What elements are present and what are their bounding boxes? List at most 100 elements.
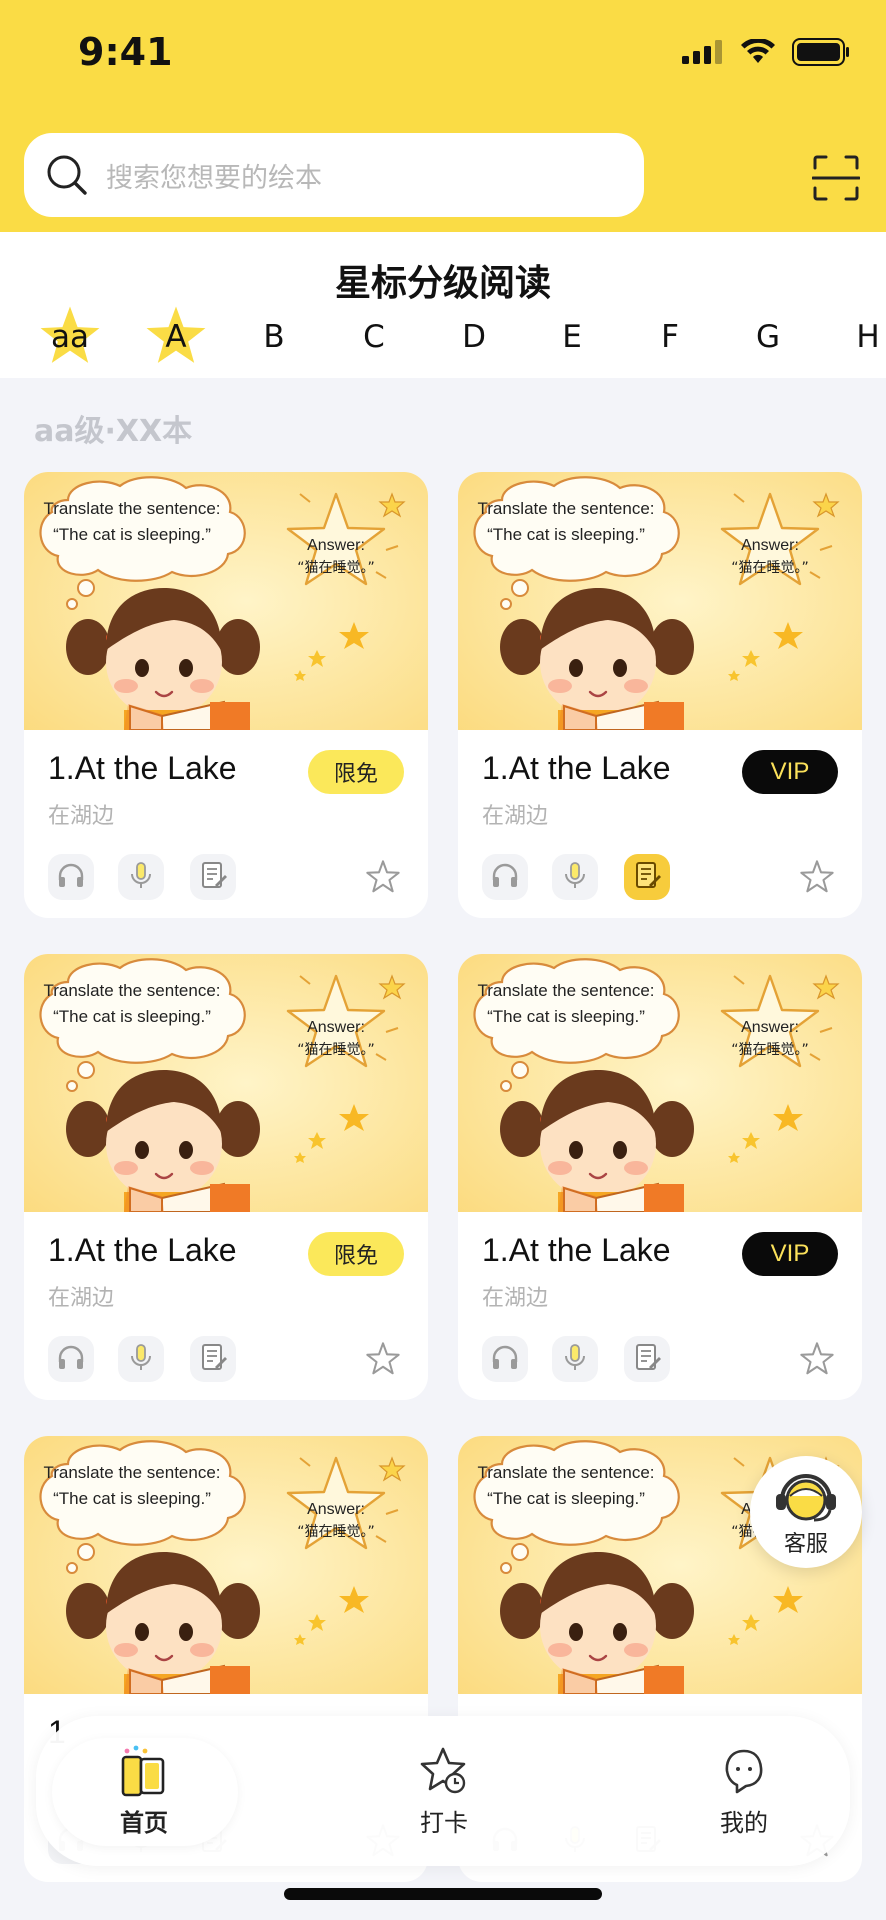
favorite-star-icon[interactable]: [800, 860, 834, 894]
cover-answer-label: Answer:: [741, 1019, 799, 1036]
level-tab-b[interactable]: B: [234, 302, 314, 372]
worksheet-button[interactable]: [190, 1336, 236, 1382]
cover-answer-text: “猫在睡觉。”: [731, 560, 809, 576]
level-tab-label: E: [562, 319, 582, 355]
cover-prompt-line2: “The cat is sleeping.”: [487, 1007, 645, 1026]
headset-agent-icon: [776, 1474, 836, 1522]
book-title: 1.At the Lake: [482, 1232, 671, 1268]
scan-icon[interactable]: [812, 154, 860, 202]
book-cover-illustration: Translate the sentence: “The cat is slee…: [24, 954, 428, 1212]
microphone-button[interactable]: [552, 854, 598, 900]
headphones-button[interactable]: [482, 1336, 528, 1382]
status-icons: [682, 38, 850, 66]
book-title: 1.At the Lake: [48, 750, 237, 786]
free-badge: 限免: [308, 750, 404, 794]
cover-prompt-line2: “The cat is sleeping.”: [53, 525, 211, 544]
cover-prompt-line1: Translate the sentence:: [43, 499, 220, 518]
headphones-icon: [56, 1342, 86, 1376]
tab-profile-label: 我的: [720, 1808, 768, 1837]
cover-answer-label: Answer:: [307, 1501, 365, 1518]
favorite-star-icon[interactable]: [366, 860, 400, 894]
level-tab-g[interactable]: G: [728, 302, 808, 372]
level-tab-f[interactable]: F: [630, 302, 710, 372]
cover-prompt-line1: Translate the sentence:: [477, 499, 654, 518]
book-subtitle: 在湖边: [48, 804, 115, 829]
home-indicator: [284, 1888, 602, 1900]
book-subtitle: 在湖边: [482, 1286, 549, 1311]
level-tab-label: F: [661, 319, 679, 355]
tab-profile[interactable]: 我的: [654, 1716, 834, 1866]
level-tab-label: B: [263, 319, 285, 355]
vip-badge: VIP: [742, 1232, 838, 1276]
free-badge: 限免: [308, 1232, 404, 1276]
vip-badge: VIP: [742, 750, 838, 794]
level-tab-label: G: [755, 319, 781, 355]
worksheet-icon: [198, 860, 228, 894]
battery-icon: [792, 38, 849, 66]
book-title: 1.At the Lake: [48, 1232, 237, 1268]
star-clock-icon: [420, 1747, 466, 1793]
signal-icon: [682, 40, 722, 64]
level-tab-h[interactable]: H: [828, 302, 886, 372]
level-title: 星标分级阅读: [334, 263, 551, 304]
book-cover-illustration: Translate the sentence: “The cat is slee…: [24, 1436, 428, 1694]
headphones-button[interactable]: [482, 854, 528, 900]
microphone-icon: [560, 860, 590, 894]
section-label: aa级·XX本: [34, 414, 193, 449]
level-tab-e[interactable]: E: [532, 302, 612, 372]
tab-checkin[interactable]: 打卡: [354, 1716, 534, 1866]
worksheet-icon: [632, 860, 662, 894]
customer-service-label: 客服: [783, 1532, 828, 1557]
tab-home-label: 首页: [120, 1808, 168, 1837]
search-icon: [47, 155, 87, 195]
cover-prompt-line2: “The cat is sleeping.”: [487, 1489, 645, 1508]
headphones-icon: [490, 860, 520, 894]
book-card[interactable]: Translate the sentence: “The cat is slee…: [24, 954, 428, 1400]
level-tab-label: H: [856, 319, 880, 355]
cover-answer-text: “猫在睡觉。”: [297, 1524, 375, 1540]
level-tab-c[interactable]: C: [334, 302, 414, 372]
favorite-star-icon[interactable]: [366, 1342, 400, 1376]
book-icon: [121, 1745, 165, 1796]
search-placeholder: 搜索您想要的绘本: [106, 162, 322, 194]
tab-home[interactable]: 首页: [54, 1716, 234, 1866]
cover-prompt-line2: “The cat is sleeping.”: [487, 525, 645, 544]
headphones-button[interactable]: [48, 1336, 94, 1382]
book-title: 1.At the Lake: [482, 750, 671, 786]
microphone-button[interactable]: [552, 1336, 598, 1382]
cover-prompt-line2: “The cat is sleeping.”: [53, 1007, 211, 1026]
cover-prompt-line2: “The cat is sleeping.”: [53, 1489, 211, 1508]
worksheet-button[interactable]: [190, 854, 236, 900]
cover-answer-text: “猫在睡觉。”: [731, 1042, 809, 1058]
cover-prompt-line1: Translate the sentence:: [43, 1463, 220, 1482]
favorite-star-icon[interactable]: [800, 1342, 834, 1376]
wifi-icon: [741, 39, 775, 63]
microphone-icon: [560, 1342, 590, 1376]
headphones-icon: [490, 1342, 520, 1376]
book-card[interactable]: Translate the sentence: “The cat is slee…: [24, 472, 428, 918]
cover-answer-text: “猫在睡觉。”: [297, 560, 375, 576]
headphones-button[interactable]: [48, 854, 94, 900]
cover-prompt-line1: Translate the sentence:: [477, 1463, 654, 1482]
book-cover-illustration: Translate the sentence: “The cat is slee…: [24, 472, 428, 730]
worksheet-button[interactable]: [624, 1336, 670, 1382]
level-tab-aa[interactable]: aa: [30, 302, 110, 372]
level-tab-label: A: [165, 319, 187, 355]
customer-service-button[interactable]: 客服: [750, 1456, 862, 1568]
worksheet-icon: [198, 1342, 228, 1376]
microphone-button[interactable]: [118, 1336, 164, 1382]
worksheet-button[interactable]: [624, 854, 670, 900]
book-card[interactable]: Translate the sentence: “The cat is slee…: [458, 954, 862, 1400]
level-tab-a[interactable]: A: [136, 302, 216, 372]
book-card[interactable]: Translate the sentence: “The cat is slee…: [458, 472, 862, 918]
book-subtitle: 在湖边: [48, 1286, 115, 1311]
cover-answer-label: Answer:: [307, 1019, 365, 1036]
level-tab-d[interactable]: D: [434, 302, 514, 372]
cover-prompt-line1: Translate the sentence:: [43, 981, 220, 1000]
worksheet-icon: [632, 1342, 662, 1376]
level-tab-label: C: [363, 319, 385, 355]
search-input[interactable]: 搜索您想要的绘本: [24, 133, 644, 217]
bottom-tab-bar: 首页 打卡 我的: [36, 1716, 850, 1866]
cover-answer-text: “猫在睡觉。”: [297, 1042, 375, 1058]
microphone-button[interactable]: [118, 854, 164, 900]
